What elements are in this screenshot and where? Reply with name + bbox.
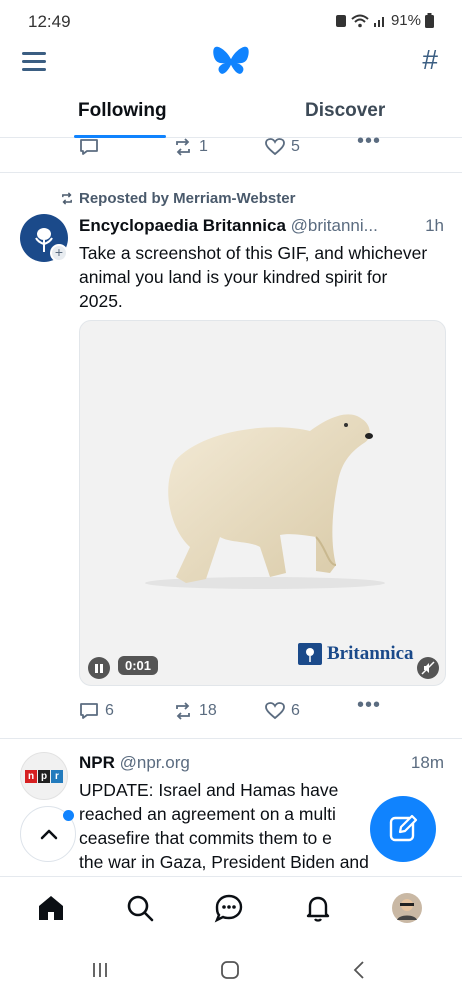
tab-discover[interactable]: Discover xyxy=(305,100,385,122)
author-handle: @npr.org xyxy=(119,753,190,772)
reply-count: 6 xyxy=(105,702,114,719)
npr-logo-p: p xyxy=(38,770,50,783)
britannica-watermark: Britannica xyxy=(298,643,414,665)
new-posts-dot xyxy=(63,810,74,821)
status-bar: 12:49 91% xyxy=(0,0,462,42)
menu-button[interactable] xyxy=(22,50,48,72)
notification-icon xyxy=(335,14,346,27)
nav-profile[interactable] xyxy=(390,891,424,925)
npr-logo-r: r xyxy=(51,770,63,783)
nav-home[interactable] xyxy=(34,891,68,925)
menu-icon-bar xyxy=(22,68,46,71)
pause-button[interactable] xyxy=(88,657,110,679)
reply-button[interactable] xyxy=(79,138,99,156)
home-icon xyxy=(39,896,63,920)
reposted-by-label: Reposted by Merriam-Webster xyxy=(79,190,296,207)
profile-avatar-icon xyxy=(392,893,422,923)
post-author[interactable]: NPR @npr.org xyxy=(79,753,190,773)
npr-logo: n p r xyxy=(25,770,63,783)
recent-apps-button[interactable] xyxy=(90,960,110,985)
repost-count: 1 xyxy=(199,138,208,155)
mute-button[interactable] xyxy=(417,657,439,679)
tab-following[interactable]: Following xyxy=(78,100,167,122)
more-icon: ••• xyxy=(357,130,382,152)
repost-indicator[interactable]: Reposted by Merriam-Webster xyxy=(60,190,295,207)
bell-icon xyxy=(306,896,330,922)
like-button[interactable]: 6 xyxy=(265,702,300,720)
more-options-button[interactable]: ••• xyxy=(357,130,381,153)
more-options-button[interactable]: ••• xyxy=(357,694,381,717)
like-count: 5 xyxy=(291,138,300,155)
post-divider xyxy=(0,738,462,739)
feeds-button[interactable]: # xyxy=(422,44,438,76)
heart-icon xyxy=(265,138,285,156)
status-time: 12:49 xyxy=(28,12,71,31)
repost-icon xyxy=(62,192,72,205)
repost-count: 18 xyxy=(199,702,217,719)
like-count: 6 xyxy=(291,702,300,719)
home-system-button[interactable] xyxy=(220,960,240,985)
gif-media[interactable]: Britannica 0:01 xyxy=(79,320,446,686)
back-button[interactable] xyxy=(350,960,370,985)
compose-button[interactable] xyxy=(370,796,436,862)
bluesky-butterfly-icon[interactable] xyxy=(212,44,250,78)
post-divider xyxy=(0,172,462,173)
repost-button[interactable]: 18 xyxy=(173,702,217,720)
search-icon xyxy=(127,895,154,922)
status-icons: 91% xyxy=(335,12,434,29)
nav-notifications[interactable] xyxy=(301,891,335,925)
reply-icon xyxy=(80,703,98,719)
menu-icon-bar xyxy=(22,60,46,63)
chat-icon xyxy=(214,894,243,923)
heart-icon xyxy=(265,702,285,720)
sound-off-icon xyxy=(421,661,435,675)
like-button[interactable]: 5 xyxy=(265,138,300,156)
polar-bear-image xyxy=(145,414,385,589)
nav-chat[interactable] xyxy=(212,891,246,925)
reply-button[interactable]: 6 xyxy=(79,702,114,720)
watermark-text: Britannica xyxy=(327,643,414,664)
repost-button[interactable]: 1 xyxy=(173,138,208,156)
battery-percent: 91% xyxy=(390,12,421,29)
npr-logo-n: n xyxy=(25,770,37,783)
post-text: Take a screenshot of this GIF, and which… xyxy=(79,243,428,311)
wifi-icon xyxy=(351,14,369,27)
reply-icon xyxy=(80,139,98,155)
post-author[interactable]: Encyclopaedia Britannica @britanni... xyxy=(79,216,378,236)
more-icon: ••• xyxy=(357,694,382,716)
follow-plus-icon[interactable]: + xyxy=(50,244,68,262)
avatar[interactable]: n p r xyxy=(20,752,68,800)
recent-apps-icon xyxy=(93,963,107,977)
signal-icon xyxy=(373,16,384,27)
author-name: Encyclopaedia Britannica xyxy=(79,216,286,235)
compose-icon xyxy=(389,814,418,842)
chevron-left-icon xyxy=(353,961,364,979)
feed-tabs: Following Discover xyxy=(0,92,462,138)
nav-search[interactable] xyxy=(123,891,157,925)
app-header: # xyxy=(0,42,462,82)
gif-duration: 0:01 xyxy=(118,656,159,675)
repost-icon xyxy=(176,138,190,156)
britannica-logo-icon xyxy=(298,643,322,665)
bottom-navigation xyxy=(0,876,462,942)
home-square-icon xyxy=(221,961,239,979)
battery-icon xyxy=(425,13,434,28)
menu-icon xyxy=(22,52,46,55)
system-navigation-bar xyxy=(0,944,462,1000)
post-time[interactable]: 18m xyxy=(411,753,444,773)
post-time[interactable]: 1h xyxy=(425,216,444,236)
author-handle: @britanni... xyxy=(290,216,378,235)
author-name: NPR xyxy=(79,753,115,772)
repost-icon xyxy=(176,702,190,720)
